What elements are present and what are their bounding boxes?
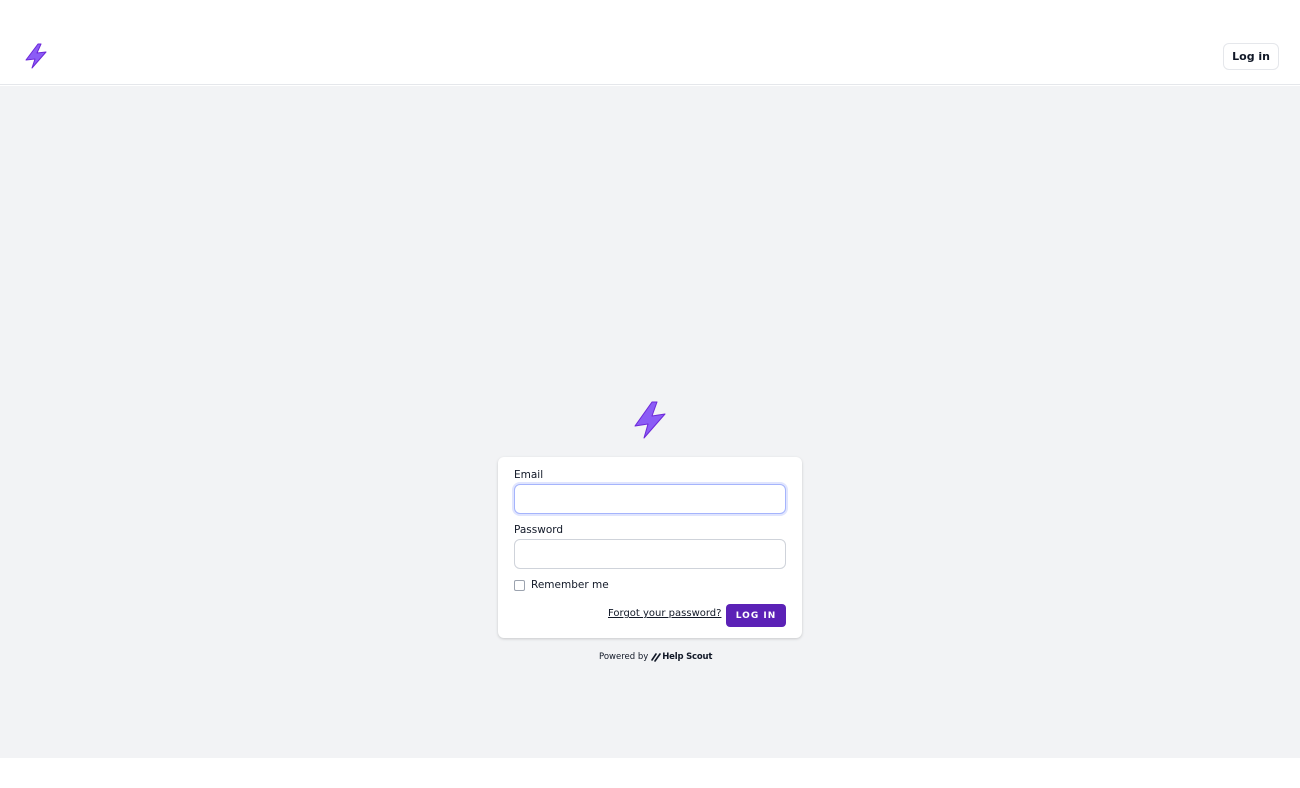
- login-submit-button[interactable]: LOG IN: [726, 604, 786, 627]
- password-label: Password: [514, 524, 564, 536]
- help-scout-name: Help Scout: [662, 652, 713, 662]
- remember-me-row[interactable]: Remember me: [514, 579, 609, 591]
- email-field[interactable]: [514, 484, 786, 514]
- lightning-bolt-icon: [632, 400, 668, 440]
- powered-by[interactable]: Powered by Help Scout: [599, 652, 712, 662]
- login-card: Email Password Remember me Forgot your p…: [498, 457, 802, 638]
- forgot-password-link[interactable]: Forgot your password?: [608, 608, 721, 619]
- page-footer: [0, 758, 1300, 788]
- remember-me-label[interactable]: Remember me: [531, 579, 609, 591]
- email-label: Email: [514, 469, 544, 481]
- password-field[interactable]: [514, 539, 786, 569]
- header-login-button[interactable]: Log in: [1223, 43, 1279, 70]
- lightning-bolt-icon[interactable]: [24, 42, 50, 70]
- top-navigation-bar: Log in: [0, 0, 1300, 85]
- remember-me-checkbox[interactable]: [514, 579, 525, 591]
- help-scout-logo[interactable]: Help Scout: [651, 652, 712, 662]
- help-scout-icon: [651, 653, 662, 662]
- powered-by-text: Powered by: [599, 652, 649, 662]
